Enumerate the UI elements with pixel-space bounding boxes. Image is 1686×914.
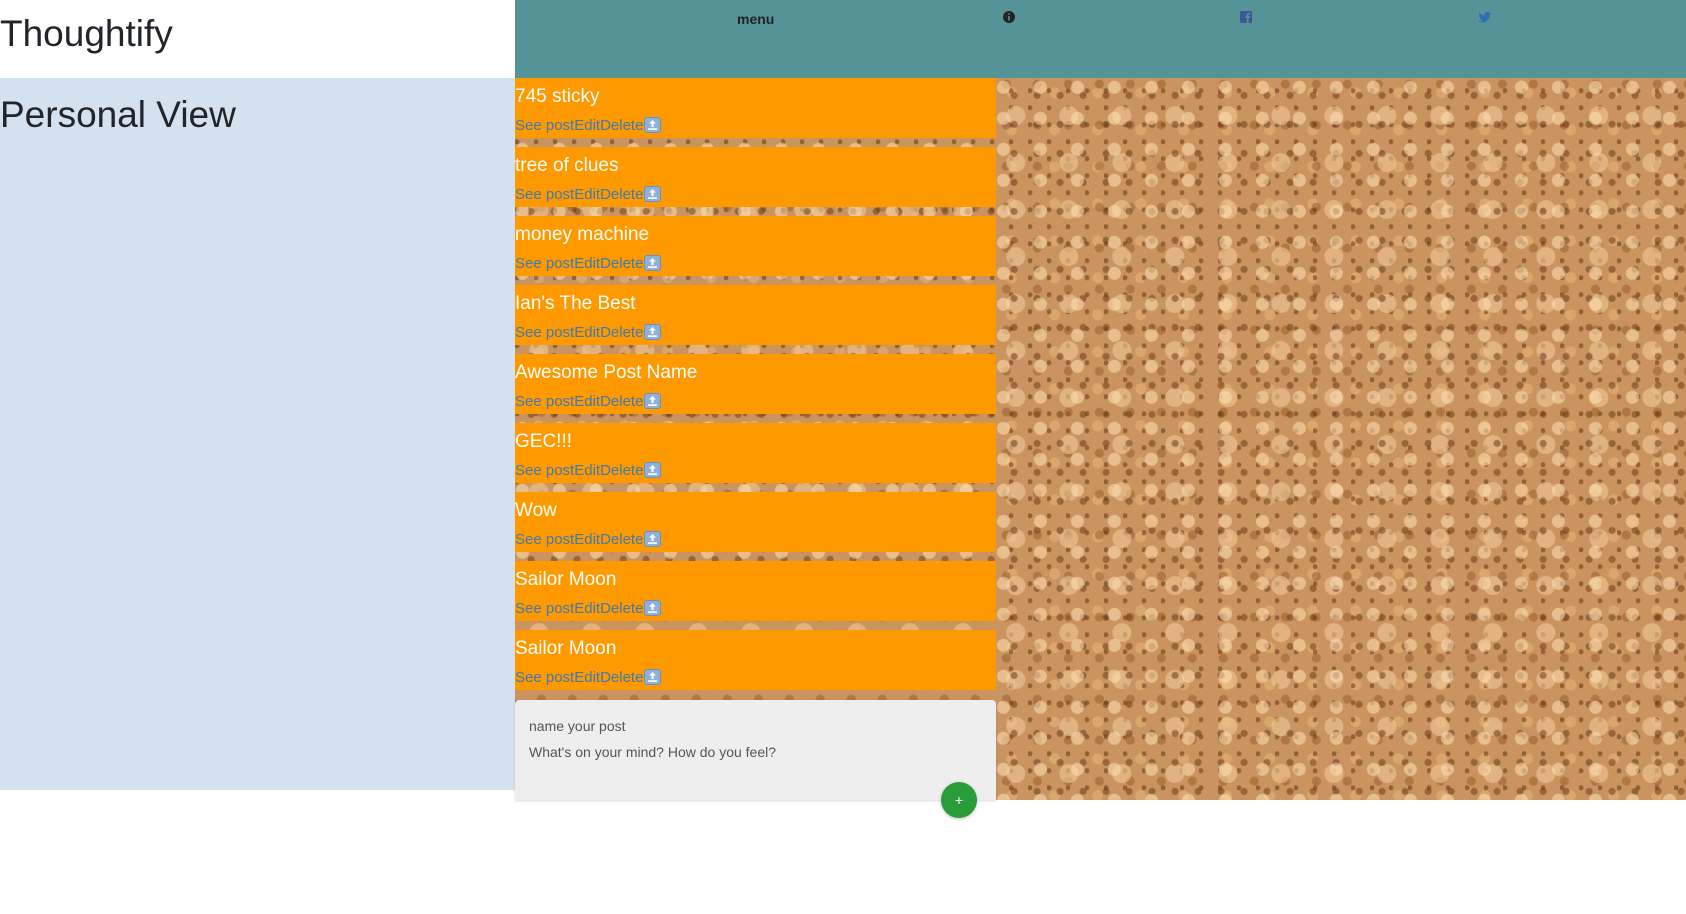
delete-link[interactable]: Delete bbox=[600, 601, 643, 616]
edit-link[interactable]: Edit bbox=[574, 670, 600, 685]
delete-link[interactable]: Delete bbox=[600, 532, 643, 547]
share-icon[interactable] bbox=[644, 600, 662, 616]
post-title: money machine bbox=[515, 224, 650, 245]
add-post-button[interactable]: + bbox=[941, 782, 977, 818]
sticky-note: tree of clues See post Edit Delete bbox=[515, 147, 996, 207]
share-icon[interactable] bbox=[644, 255, 662, 271]
info-icon[interactable] bbox=[1002, 10, 1016, 24]
twitter-icon[interactable] bbox=[1478, 10, 1492, 24]
see-post-link[interactable]: See post bbox=[515, 463, 574, 478]
delete-link[interactable]: Delete bbox=[600, 256, 643, 271]
share-icon[interactable] bbox=[644, 186, 662, 202]
sticky-note: Sailor Moon See post Edit Delete bbox=[515, 561, 996, 621]
see-post-link[interactable]: See post bbox=[515, 325, 574, 340]
post-actions: See post Edit Delete bbox=[515, 255, 662, 271]
see-post-link[interactable]: See post bbox=[515, 601, 574, 616]
app-brand: Thoughtify bbox=[0, 13, 173, 54]
post-actions: See post Edit Delete bbox=[515, 393, 662, 409]
sticky-note: Sailor Moon See post Edit Delete bbox=[515, 630, 996, 690]
post-title: 745 sticky bbox=[515, 86, 600, 107]
sticky-note: 745 sticky See post Edit Delete bbox=[515, 78, 996, 138]
edit-link[interactable]: Edit bbox=[574, 325, 600, 340]
sticky-note: money machine See post Edit Delete bbox=[515, 216, 996, 276]
delete-link[interactable]: Delete bbox=[600, 187, 643, 202]
see-post-link[interactable]: See post bbox=[515, 118, 574, 133]
edit-link[interactable]: Edit bbox=[574, 601, 600, 616]
share-icon[interactable] bbox=[644, 324, 662, 340]
post-actions: See post Edit Delete bbox=[515, 117, 662, 133]
sticky-note: Wow See post Edit Delete bbox=[515, 492, 996, 552]
delete-link[interactable]: Delete bbox=[600, 670, 643, 685]
sidebar: Personal View bbox=[0, 78, 515, 790]
post-title: Wow bbox=[515, 500, 557, 521]
sticky-note: Awesome Post Name See post Edit Delete bbox=[515, 354, 996, 414]
see-post-link[interactable]: See post bbox=[515, 256, 574, 271]
page-title: Personal View bbox=[0, 94, 236, 135]
edit-link[interactable]: Edit bbox=[574, 187, 600, 202]
sticky-note: Ian's The Best See post Edit Delete bbox=[515, 285, 996, 345]
post-actions: See post Edit Delete bbox=[515, 324, 662, 340]
share-icon[interactable] bbox=[644, 531, 662, 547]
edit-link[interactable]: Edit bbox=[574, 532, 600, 547]
post-actions: See post Edit Delete bbox=[515, 462, 662, 478]
post-title: tree of clues bbox=[515, 155, 619, 176]
see-post-link[interactable]: See post bbox=[515, 394, 574, 409]
menu-button[interactable]: menu bbox=[737, 11, 774, 27]
share-icon[interactable] bbox=[644, 669, 662, 685]
post-actions: See post Edit Delete bbox=[515, 531, 662, 547]
post-actions: See post Edit Delete bbox=[515, 600, 662, 616]
post-title: Sailor Moon bbox=[515, 569, 617, 590]
share-icon[interactable] bbox=[644, 117, 662, 133]
post-title: GEC!!! bbox=[515, 431, 573, 452]
post-name-input[interactable] bbox=[529, 716, 969, 736]
top-navbar: menu bbox=[515, 0, 1686, 78]
edit-link[interactable]: Edit bbox=[574, 463, 600, 478]
edit-link[interactable]: Edit bbox=[574, 256, 600, 271]
see-post-link[interactable]: See post bbox=[515, 187, 574, 202]
post-title: Sailor Moon bbox=[515, 638, 617, 659]
delete-link[interactable]: Delete bbox=[600, 463, 643, 478]
post-title: Awesome Post Name bbox=[515, 362, 698, 383]
delete-link[interactable]: Delete bbox=[600, 394, 643, 409]
post-actions: See post Edit Delete bbox=[515, 186, 662, 202]
facebook-icon[interactable] bbox=[1239, 10, 1253, 24]
post-list: 745 sticky See post Edit Delete tree of … bbox=[515, 78, 996, 699]
edit-link[interactable]: Edit bbox=[574, 394, 600, 409]
delete-link[interactable]: Delete bbox=[600, 118, 643, 133]
delete-link[interactable]: Delete bbox=[600, 325, 643, 340]
post-title: Ian's The Best bbox=[515, 293, 636, 314]
share-icon[interactable] bbox=[644, 462, 662, 478]
sticky-note: GEC!!! See post Edit Delete bbox=[515, 423, 996, 483]
edit-link[interactable]: Edit bbox=[574, 118, 600, 133]
post-actions: See post Edit Delete bbox=[515, 669, 662, 685]
see-post-link[interactable]: See post bbox=[515, 670, 574, 685]
share-icon[interactable] bbox=[644, 393, 662, 409]
see-post-link[interactable]: See post bbox=[515, 532, 574, 547]
new-post-form bbox=[515, 700, 996, 800]
post-body-input[interactable] bbox=[529, 744, 969, 764]
